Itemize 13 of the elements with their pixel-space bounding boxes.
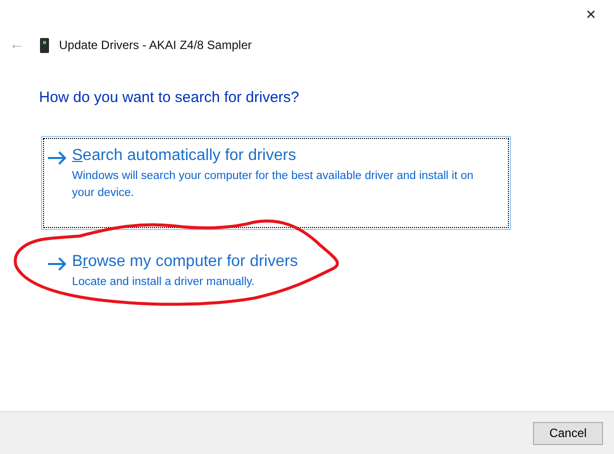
device-icon — [40, 38, 49, 52]
cancel-button[interactable]: Cancel — [533, 422, 603, 444]
option-link[interactable]: Browse my computer for drivers Locate and install a driver manually. — [41, 242, 511, 336]
close-button[interactable]: ✕ — [568, 0, 614, 30]
arrow-icon — [47, 151, 67, 165]
option-title: Browse my computer for drivers — [72, 253, 298, 271]
option-title: Search automatically for drivers — [72, 147, 298, 165]
option-description: Locate and install a driver manually. — [72, 275, 256, 290]
arrow-icon — [47, 257, 67, 271]
option-description: Windows will search your computer for the best available driver and install it on your device. — [72, 169, 474, 201]
heading: How do you want to search for drivers? — [39, 89, 300, 106]
window-title: Update Drivers - AKAI Z4/8 Sampler — [59, 38, 252, 52]
option-link[interactable]: Search automatically for drivers Windows will search your computer for the best available driver and install it on your device. — [41, 136, 511, 230]
